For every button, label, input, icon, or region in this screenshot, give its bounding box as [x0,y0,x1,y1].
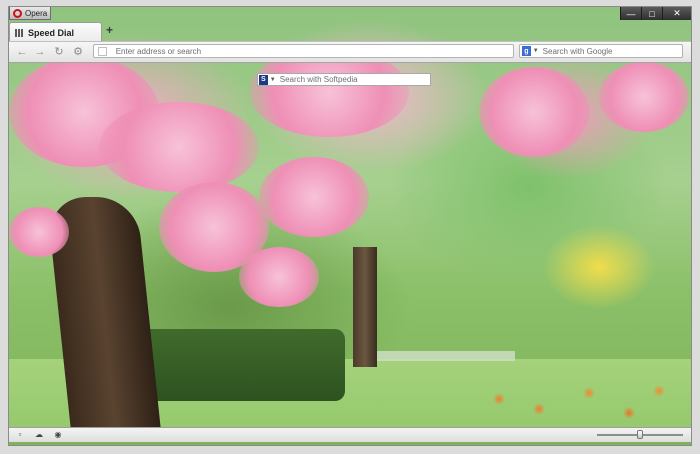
minimize-icon[interactable]: — [620,7,641,20]
key-icon[interactable]: ⚙ [71,45,85,59]
new-tab-button[interactable]: + [106,24,116,36]
window-controls: — □ ✕ [620,7,691,20]
turbo-icon[interactable]: ◉ [53,430,63,439]
page-icon [98,46,107,56]
speed-dial-search[interactable]: S ▼ [257,73,431,86]
address-input[interactable] [115,46,513,56]
softpedia-icon[interactable]: S [259,74,268,85]
chevron-down-icon[interactable]: ▼ [270,77,276,83]
opera-logo-icon [13,8,22,18]
tab-label: Speed Dial [28,27,75,38]
search-box[interactable]: g ▼ [519,44,683,58]
reload-icon[interactable]: ↻ [52,45,66,59]
status-bar: ▫ ☁ ◉ [9,427,691,442]
browser-window: Opera Speed Dial + — □ ✕ ← → ↻ ⚙ g ▼ S ▼ [8,6,692,446]
zoom-slider-handle[interactable] [637,430,643,439]
address-bar[interactable] [93,44,514,58]
opera-menu-button[interactable]: Opera [9,7,51,20]
tab-bar: Opera Speed Dial + — □ ✕ [9,7,691,42]
navigation-toolbar: ← → ↻ ⚙ g ▼ [9,41,691,63]
panel-toggle-icon[interactable]: ▫ [15,430,25,439]
google-icon[interactable]: g [522,46,531,56]
maximize-icon[interactable]: □ [641,7,662,20]
cloud-icon[interactable]: ☁ [34,430,44,439]
speed-dial-icon [15,28,24,37]
tab-speed-dial[interactable]: Speed Dial [9,22,102,42]
chevron-down-icon[interactable]: ▼ [533,48,539,54]
back-icon[interactable]: ← [15,45,29,59]
opera-menu-label: Opera [25,8,48,18]
speed-dial-search-input[interactable] [279,75,430,84]
forward-icon[interactable]: → [33,45,47,59]
search-input[interactable] [542,46,682,56]
close-icon[interactable]: ✕ [662,7,691,20]
